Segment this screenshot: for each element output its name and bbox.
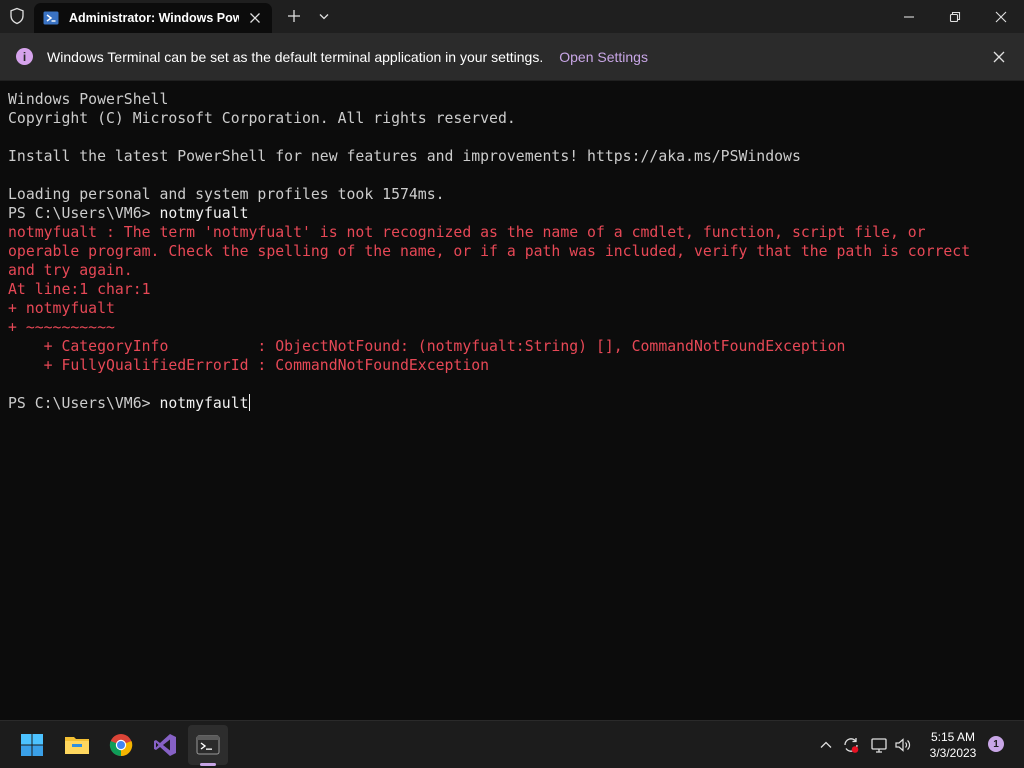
tab-title: Administrator: Windows PowerShell bbox=[69, 11, 239, 25]
powershell-icon bbox=[43, 11, 59, 25]
visual-studio-icon bbox=[154, 734, 176, 756]
line-text: + ~~~~~~~~~~ bbox=[8, 319, 115, 336]
new-tab-button[interactable] bbox=[284, 6, 304, 26]
close-icon bbox=[995, 11, 1007, 22]
info-message: Windows Terminal can be set as the defau… bbox=[47, 48, 544, 65]
shield-icon bbox=[10, 7, 24, 25]
command-text: notmyfualt bbox=[159, 205, 249, 222]
error-line: notmyfualt : The term 'notmyfualt' is no… bbox=[8, 223, 1024, 242]
chevron-down-icon[interactable] bbox=[314, 6, 334, 26]
start-button[interactable] bbox=[12, 725, 52, 765]
clock-date: 3/3/2023 bbox=[929, 746, 977, 760]
line-text: + CategoryInfo : ObjectNotFound: (notmyf… bbox=[8, 338, 846, 355]
volume-tray-button[interactable] bbox=[892, 721, 914, 768]
line-text: + FullyQualifiedErrorId : CommandNotFoun… bbox=[8, 357, 490, 374]
update-icon bbox=[844, 738, 859, 753]
restore-button[interactable] bbox=[932, 0, 978, 33]
taskbar: 5:15 AM 3/3/2023 bbox=[0, 720, 1024, 768]
file-explorer-icon bbox=[65, 737, 89, 754]
command-input[interactable]: notmyfault bbox=[159, 395, 248, 412]
chevron-up-icon bbox=[820, 741, 832, 748]
error-line: At line:1 char:1 bbox=[8, 280, 1024, 299]
error-line: + CategoryInfo : ObjectNotFound: (notmyf… bbox=[8, 337, 1024, 356]
line-text: Install the latest PowerShell for new fe… bbox=[8, 148, 801, 165]
close-window-button[interactable] bbox=[978, 0, 1024, 33]
output-line: Windows PowerShell bbox=[8, 90, 1024, 109]
chrome-button[interactable] bbox=[101, 725, 141, 765]
line-text: notmyfualt : The term 'notmyfualt' is no… bbox=[8, 224, 926, 241]
line-text: PS C:\Users\VM6> bbox=[8, 395, 160, 412]
output-line: Loading personal and system profiles too… bbox=[8, 185, 1024, 204]
update-tray-button[interactable] bbox=[840, 721, 862, 768]
error-line: operable program. Check the spelling of … bbox=[8, 242, 1024, 261]
line-text: Copyright (C) Microsoft Corporation. All… bbox=[8, 110, 516, 127]
line-text: Windows PowerShell bbox=[8, 91, 169, 108]
start-icon bbox=[21, 734, 43, 756]
chrome-icon bbox=[109, 734, 133, 757]
network-tray-button[interactable] bbox=[868, 721, 890, 768]
file-explorer-button[interactable] bbox=[57, 725, 97, 765]
error-line: + notmyfualt bbox=[8, 299, 1024, 318]
close-tab-icon[interactable] bbox=[246, 9, 264, 27]
prompt-line: PS C:\Users\VM6> notmyfault bbox=[8, 394, 1024, 413]
terminal-icon bbox=[196, 735, 220, 755]
visual-studio-button[interactable] bbox=[145, 725, 185, 765]
line-text: operable program. Check the spelling of … bbox=[8, 243, 971, 260]
line-text: PS C:\Users\VM6> bbox=[8, 205, 160, 222]
restore-icon bbox=[949, 11, 961, 22]
show-hidden-icons-button[interactable] bbox=[816, 721, 836, 768]
prompt-line: PS C:\Users\VM6> notmyfualt bbox=[8, 204, 1024, 223]
tab-powershell[interactable]: Administrator: Windows PowerShell bbox=[34, 3, 272, 33]
error-line: + ~~~~~~~~~~ bbox=[8, 318, 1024, 337]
line-text: and try again. bbox=[8, 262, 133, 279]
line-text: At line:1 char:1 bbox=[8, 281, 151, 298]
minimize-button[interactable] bbox=[886, 0, 932, 33]
clock-time: 5:15 AM bbox=[930, 730, 976, 744]
minimize-icon bbox=[904, 15, 914, 18]
open-settings-link[interactable]: Open Settings bbox=[559, 49, 648, 65]
output-line: Install the latest PowerShell for new fe… bbox=[8, 147, 1024, 166]
title-bar: Administrator: Windows PowerShell bbox=[0, 0, 1024, 33]
output-line: Copyright (C) Microsoft Corporation. All… bbox=[8, 109, 1024, 128]
close-icon[interactable] bbox=[990, 48, 1008, 66]
text-cursor bbox=[248, 394, 250, 411]
active-app-indicator bbox=[200, 763, 216, 766]
network-icon bbox=[871, 738, 887, 753]
system-clock[interactable]: 5:15 AM 3/3/2023 bbox=[918, 729, 988, 761]
line-text: + notmyfualt bbox=[8, 300, 115, 317]
notification-badge[interactable]: 1 bbox=[988, 736, 1004, 752]
error-line: and try again. bbox=[8, 261, 1024, 280]
info-bar: i Windows Terminal can be set as the def… bbox=[0, 33, 1024, 81]
terminal-button[interactable] bbox=[188, 725, 228, 765]
line-text: Loading personal and system profiles too… bbox=[8, 186, 445, 203]
info-icon: i bbox=[16, 48, 33, 65]
volume-icon bbox=[895, 738, 911, 752]
terminal-output[interactable]: Windows PowerShell Copyright (C) Microsof… bbox=[0, 81, 1024, 720]
error-line: + FullyQualifiedErrorId : CommandNotFoun… bbox=[8, 356, 1024, 375]
